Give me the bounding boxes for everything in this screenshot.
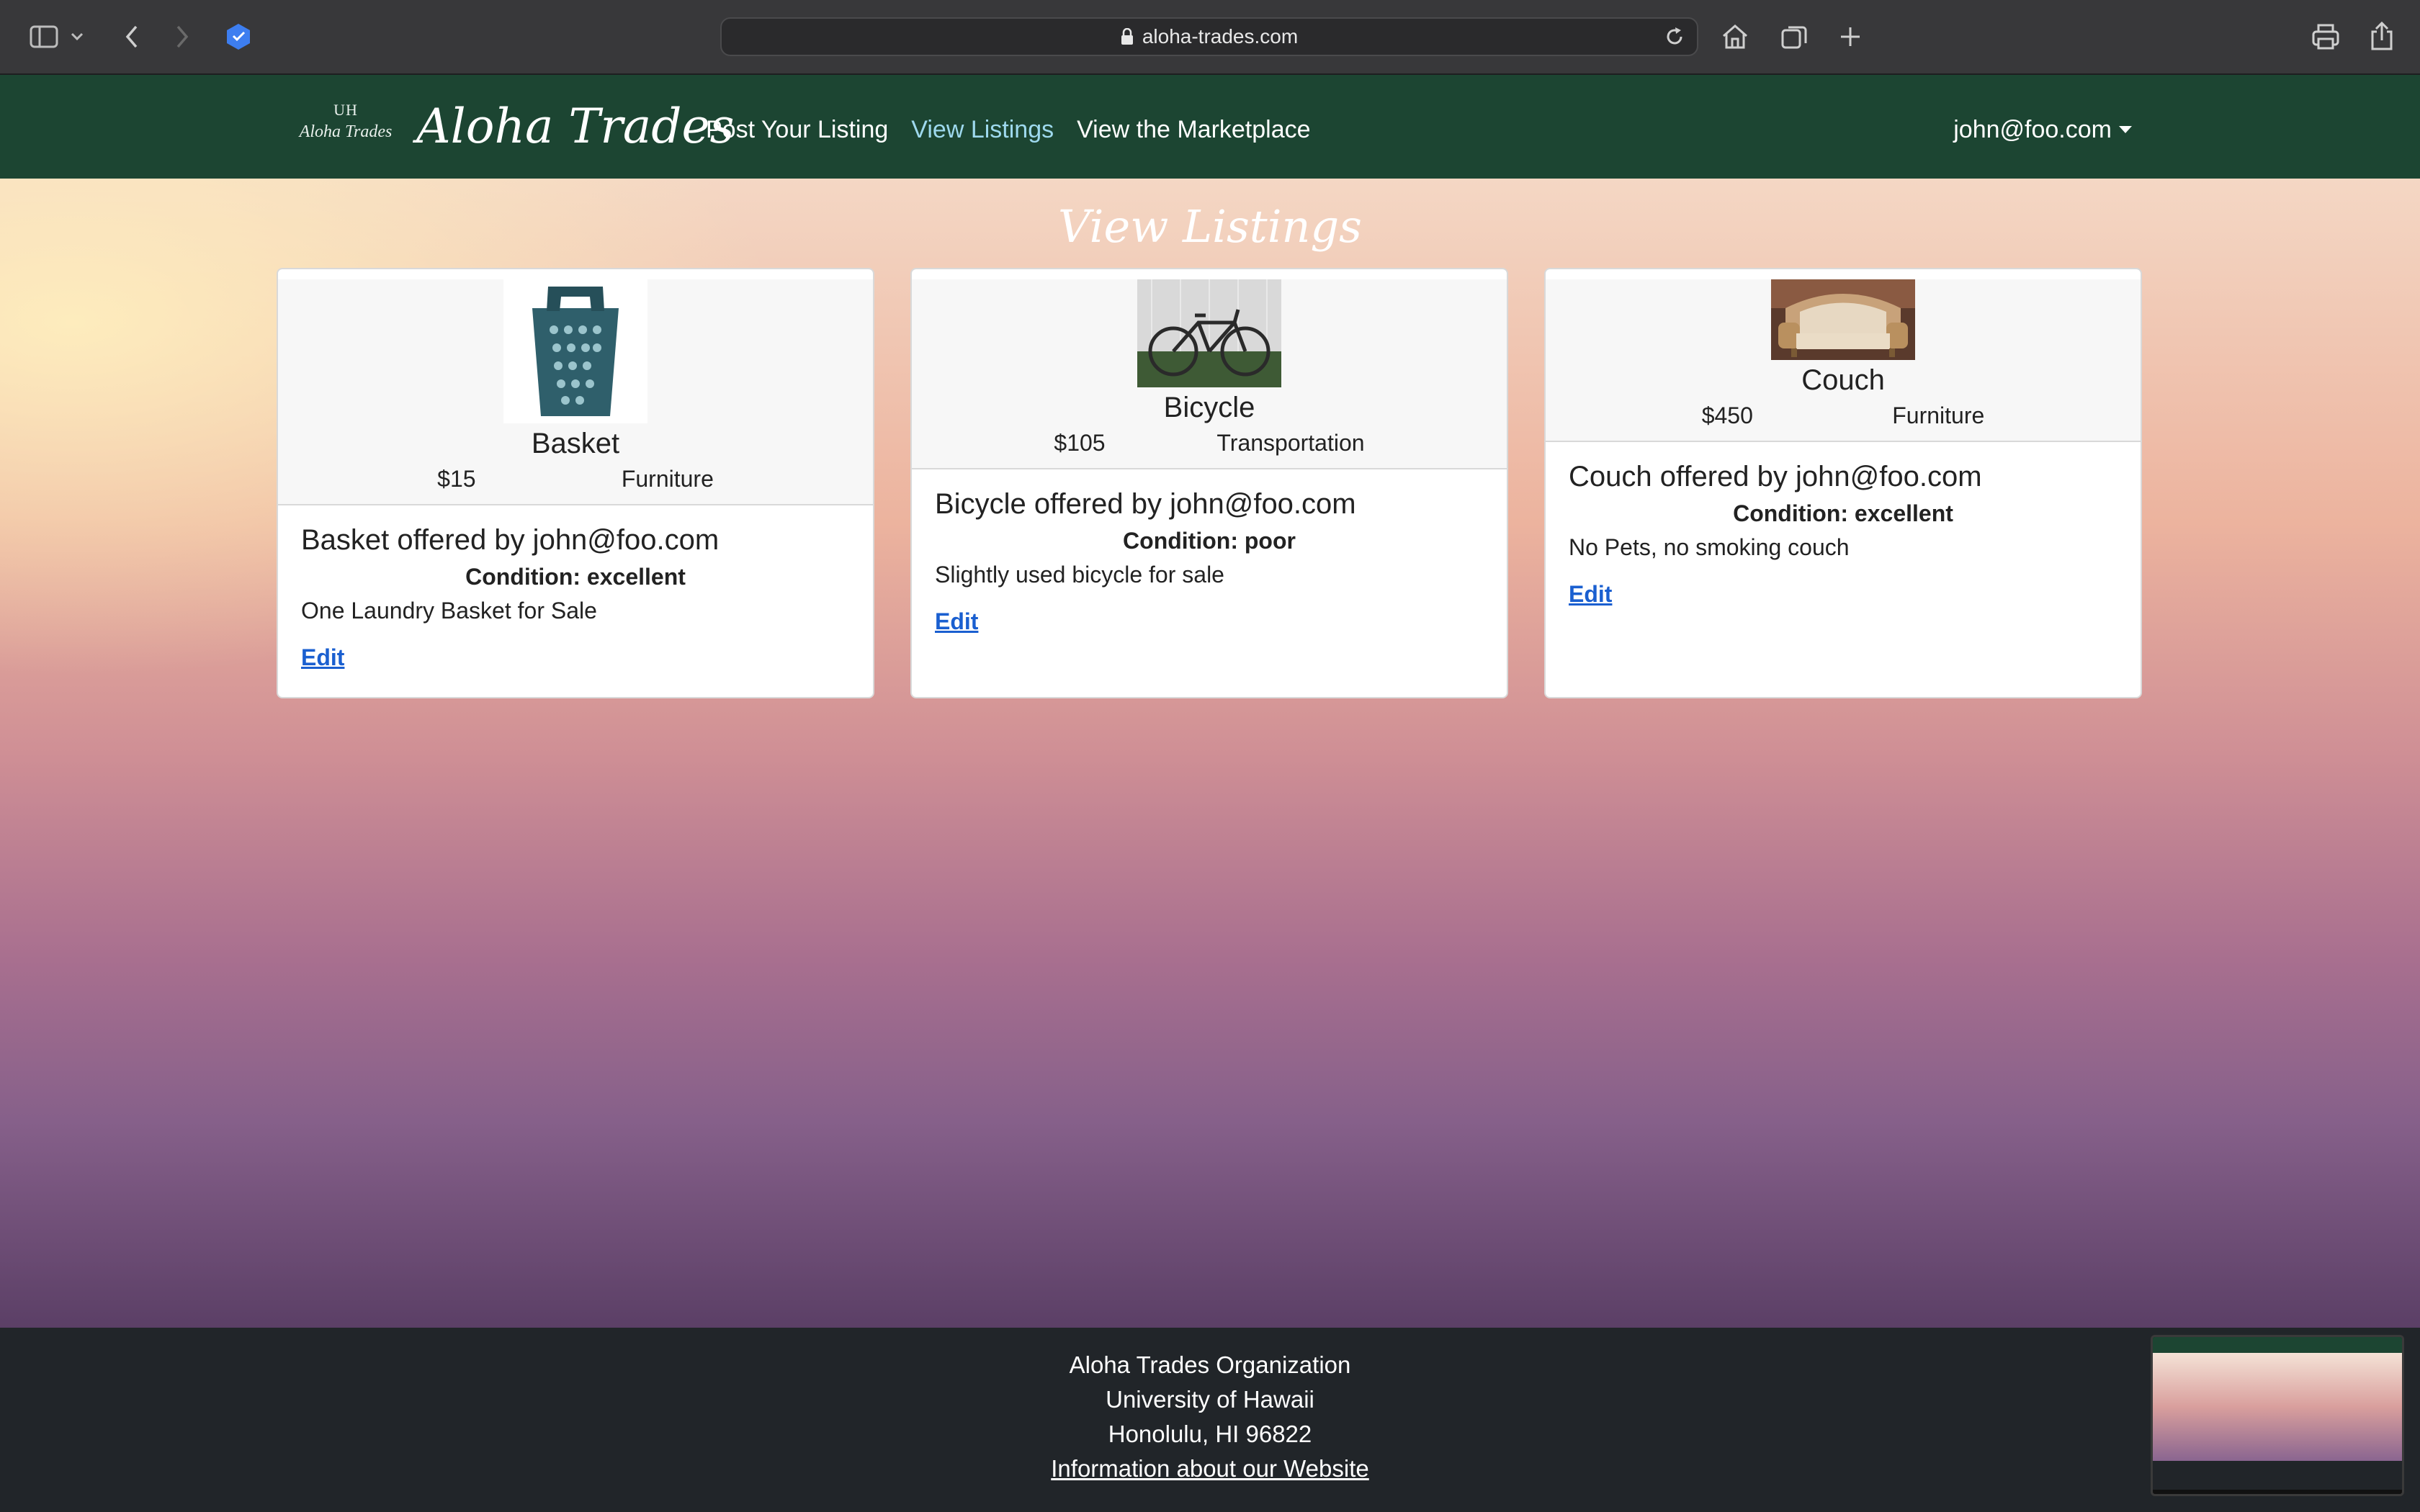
footer-info-link[interactable]: Information about our Website — [1051, 1455, 1368, 1482]
card-header: Bicycle $105 Transportation — [912, 279, 1507, 469]
footer-university: University of Hawaii — [1106, 1386, 1314, 1413]
card-header: Basket $15 Furniture — [278, 279, 873, 505]
listing-offered-by: Couch offered by john@foo.com — [1569, 461, 1982, 492]
listing-card-couch: Couch $450 Furniture Couch offered by jo… — [1544, 268, 2142, 698]
brand-title[interactable]: Aloha Trades — [416, 91, 734, 163]
preview-main — [2153, 1353, 2402, 1461]
listing-price: $105 — [1054, 430, 1106, 456]
back-icon[interactable] — [114, 19, 150, 55]
listing-card-basket: Basket $15 Furniture Basket offered by j… — [277, 268, 874, 698]
print-icon[interactable] — [2308, 19, 2344, 55]
card-body: Bicycle offered by john@foo.com Conditio… — [912, 469, 1507, 654]
brand-logo[interactable]: UH Aloha Trades — [295, 96, 396, 147]
listing-description: No Pets, no smoking couch — [1569, 534, 1850, 560]
edit-link[interactable]: Edit — [935, 608, 978, 635]
listing-condition: Condition: excellent — [1733, 500, 1953, 526]
listing-name: Couch — [1801, 364, 1885, 396]
caret-down-icon — [2119, 126, 2132, 133]
address-bar[interactable]: aloha-trades.com — [720, 17, 1698, 56]
listing-category: Furniture — [621, 466, 714, 492]
reload-icon[interactable] — [1664, 26, 1685, 48]
logo-subtitle: Aloha Trades — [299, 122, 393, 141]
nav-link-view-listings[interactable]: View Listings — [911, 107, 1054, 153]
card-header: Couch $450 Furniture — [1546, 279, 2141, 442]
card-body: Basket offered by john@foo.com Condition… — [278, 505, 873, 690]
listing-offered-by: Basket offered by john@foo.com — [301, 524, 720, 556]
listing-price: $15 — [437, 466, 476, 492]
listing-condition: Condition: poor — [1123, 528, 1296, 554]
couch-image — [1771, 279, 1915, 360]
listing-category: Transportation — [1216, 430, 1365, 456]
new-tab-icon[interactable] — [1832, 19, 1868, 55]
listing-offered-by: Bicycle offered by john@foo.com — [935, 488, 1356, 520]
lock-icon — [1121, 28, 1134, 45]
listing-meta: $105 Transportation — [912, 424, 1507, 468]
bicycle-image — [1137, 279, 1281, 387]
listing-name: Bicycle — [1163, 392, 1255, 423]
listing-price: $450 — [1701, 402, 1753, 428]
browser-toolbar: aloha-trades.com — [0, 0, 2420, 75]
listing-description: One Laundry Basket for Sale — [301, 598, 597, 624]
listing-name: Basket — [531, 428, 620, 459]
nav-links: Post Your Listing View Listings View the… — [706, 107, 1311, 153]
sidebar-toggle-icon[interactable] — [26, 19, 62, 55]
listing-card-bicycle: Bicycle $105 Transportation Bicycle offe… — [910, 268, 1508, 698]
footer-address: Honolulu, HI 96822 — [1108, 1421, 1312, 1447]
user-dropdown[interactable]: john@foo.com — [1953, 107, 2132, 153]
listing-meta: $15 Furniture — [278, 460, 873, 504]
screenshot-preview-thumbnail[interactable] — [2151, 1335, 2404, 1496]
listing-meta: $450 Furniture — [1546, 397, 2141, 441]
main-content: View Listings Basket $15 Furniture Baske… — [0, 179, 2420, 1328]
listing-condition: Condition: excellent — [465, 564, 686, 590]
shield-icon[interactable] — [220, 19, 256, 55]
nav-link-marketplace[interactable]: View the Marketplace — [1077, 107, 1310, 153]
home-icon[interactable] — [1717, 19, 1753, 55]
page-title: View Listings — [1058, 200, 1362, 253]
nav-link-post-listing[interactable]: Post Your Listing — [706, 107, 888, 153]
tabs-overview-icon[interactable] — [1776, 19, 1812, 55]
preview-navbar — [2153, 1337, 2402, 1353]
edit-link[interactable]: Edit — [301, 644, 344, 671]
user-email: john@foo.com — [1953, 116, 2112, 143]
listing-category: Furniture — [1892, 402, 1985, 428]
basket-image — [503, 279, 647, 423]
logo-uh-text: UH — [333, 101, 358, 119]
share-icon[interactable] — [2364, 19, 2400, 55]
preview-footer — [2153, 1461, 2402, 1490]
chevron-down-icon[interactable] — [65, 19, 89, 55]
card-body: Couch offered by john@foo.com Condition:… — [1546, 442, 2141, 626]
footer-org: Aloha Trades Organization — [1069, 1351, 1351, 1378]
edit-link[interactable]: Edit — [1569, 581, 1612, 608]
listing-description: Slightly used bicycle for sale — [935, 562, 1224, 588]
forward-icon[interactable] — [164, 19, 200, 55]
site-navbar: UH Aloha Trades Aloha Trades Post Your L… — [0, 75, 2420, 179]
site-footer: Aloha Trades Organization University of … — [0, 1328, 2420, 1512]
url-text: aloha-trades.com — [1142, 25, 1299, 48]
